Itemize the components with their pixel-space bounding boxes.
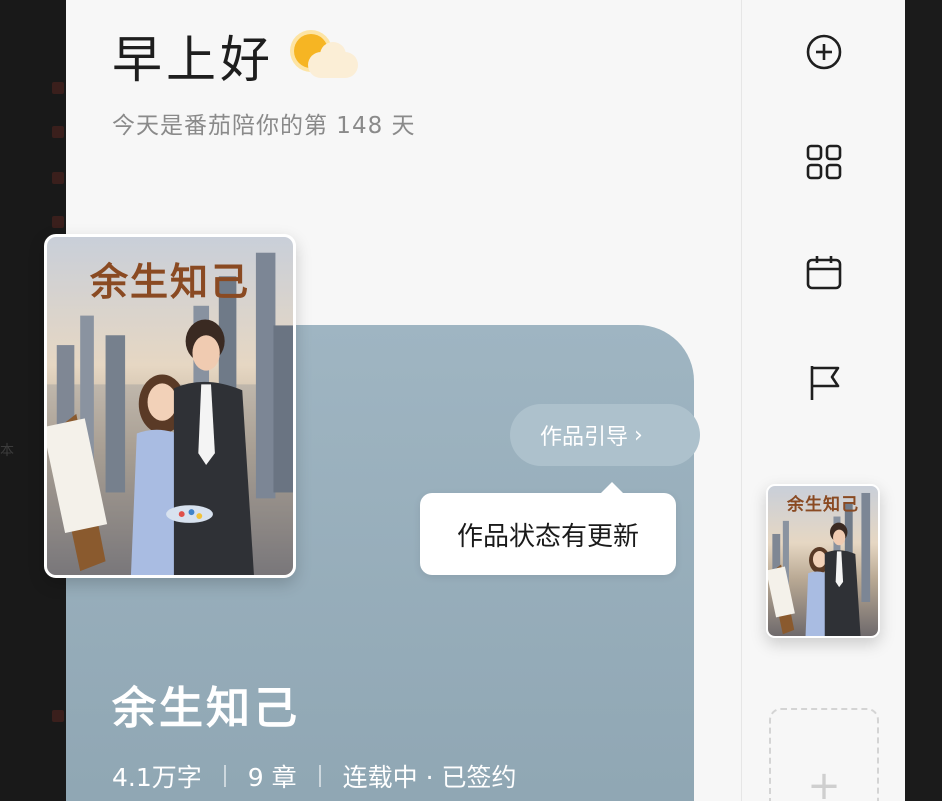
background-char: 本 — [0, 443, 14, 459]
sidebar-book-cover[interactable]: 余生知己 — [766, 484, 880, 638]
sun-cloud-icon — [288, 26, 360, 86]
add-book-slot[interactable]: + — [769, 708, 879, 801]
background-marker — [52, 710, 64, 722]
book-meta: 4.1万字 9 章 连载中 · 已签约 — [112, 758, 516, 794]
greeting-row: 早上好 — [112, 20, 360, 92]
plus-icon: + — [807, 763, 841, 801]
calendar-icon[interactable] — [804, 252, 844, 292]
tooltip-text: 作品状态有更新 — [456, 521, 639, 552]
book-title[interactable]: 余生知己 — [112, 672, 300, 736]
greeting-title: 早上好 — [112, 31, 274, 89]
chapter-count: 9 章 — [247, 763, 297, 792]
cover-title: 余生知己 — [89, 259, 250, 304]
meta-divider — [318, 765, 321, 787]
book-cover[interactable]: 余生知己 — [44, 234, 296, 578]
right-sidebar: + — [741, 0, 905, 801]
status-update-tooltip[interactable]: 作品状态有更新 — [420, 482, 676, 575]
background-marker — [52, 82, 64, 94]
book-status: 连载中 · 已签约 — [342, 763, 517, 792]
sidebar-cover-title: 余生知己 — [787, 495, 859, 515]
add-circle-icon[interactable] — [804, 32, 844, 72]
background-marker — [52, 126, 64, 138]
background-marker — [52, 216, 64, 228]
days-subtitle: 今天是番茄陪你的第 148 天 — [112, 113, 416, 139]
background-marker — [52, 172, 64, 184]
grid-icon[interactable] — [804, 142, 844, 182]
work-guide-label: 作品引导 — [540, 425, 629, 450]
background-strip — [905, 0, 942, 801]
flag-icon[interactable] — [804, 362, 844, 402]
work-guide-button[interactable]: 作品引导 › — [510, 404, 700, 466]
meta-divider — [223, 765, 226, 787]
word-count: 4.1万字 — [112, 763, 202, 792]
chevron-right-icon: › — [634, 422, 643, 448]
